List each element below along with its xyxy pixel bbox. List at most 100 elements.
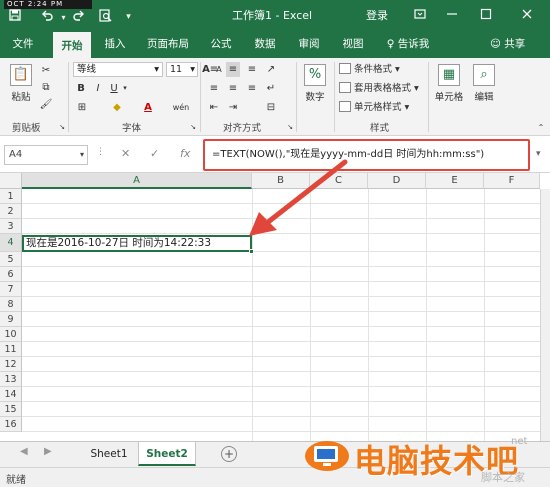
sheet-tab-sheet2[interactable]: Sheet2 [138,442,196,466]
row-header-10[interactable]: 10 [0,327,22,342]
tab-page-layout[interactable]: 页面布局 [142,30,194,58]
cells-button[interactable]: ▦ 单元格 [432,64,466,103]
align-left-icon[interactable]: ≡ [207,81,221,96]
chevron-down-icon: ▾ [79,150,84,159]
cancel-icon[interactable]: ✕ [121,147,130,160]
borders-icon[interactable]: ⊞ [75,100,89,115]
increase-indent-icon[interactable]: ⇥ [226,100,240,115]
row-header-3[interactable]: 3 [0,219,22,234]
row-header-6[interactable]: 6 [0,267,22,282]
prev-sheet-icon[interactable]: ◀ [20,446,28,457]
align-right-icon[interactable]: ≡ [245,81,259,96]
expand-formula-icon[interactable]: ▾ [536,149,541,159]
save-icon[interactable] [6,9,23,26]
next-sheet-icon[interactable]: ▶ [44,446,52,457]
login-link[interactable]: 登录 [366,9,388,23]
undo-icon[interactable] [38,9,55,26]
paste-button[interactable]: 📋 粘贴 [6,64,36,103]
grid-line [22,296,540,297]
row-header-16[interactable]: 16 [0,417,22,432]
column-header-e[interactable]: E [426,173,484,189]
row-header-9[interactable]: 9 [0,312,22,327]
copy-icon[interactable]: ⧉ [38,80,54,95]
number-format-button[interactable]: % 数字 [301,64,329,103]
clipboard-launcher-icon[interactable]: ↘ [58,120,66,135]
window-title: 工作簿1 - Excel [232,9,313,22]
editing-button[interactable]: ⌕ 编辑 [470,64,498,103]
font-size-select[interactable]: 11 ▾ [166,62,198,77]
row-header-5[interactable]: 5 [0,252,22,267]
column-header-f[interactable]: F [484,173,540,189]
row-header-4[interactable]: 4 [0,234,22,252]
row-header-1[interactable]: 1 [0,189,22,204]
vertical-scrollbar[interactable] [540,189,550,441]
font-name-select[interactable]: 等线 ▾ [73,62,163,77]
font-color-button[interactable]: A [141,100,155,115]
font-launcher-icon[interactable]: ↘ [189,120,197,135]
align-center-icon[interactable]: ≡ [226,81,240,96]
add-sheet-icon[interactable]: + [221,446,237,462]
merge-cells-icon[interactable]: ⊟ [264,100,278,115]
align-bottom-icon[interactable]: ≡ [245,62,259,77]
column-header-d[interactable]: D [368,173,426,189]
underline-dropdown-icon[interactable]: ▾ [121,81,129,96]
tell-me-label: 告诉我 [397,38,430,50]
conditional-formatting-button[interactable]: 条件格式 ▾ [339,62,400,77]
ribbon-display-options-icon[interactable] [408,7,432,25]
chevron-down-icon: ▾ [190,64,195,75]
align-middle-icon[interactable]: ≡ [226,62,240,77]
worksheet-grid[interactable]: A B C D E F 1 2 3 4 5 6 7 8 9 10 11 12 1… [0,173,550,441]
select-all-corner[interactable] [0,173,22,189]
row-header-11[interactable]: 11 [0,342,22,357]
phonetic-guide-button[interactable]: wén [172,100,190,115]
tab-home[interactable]: 开始 [53,30,91,58]
row-header-15[interactable]: 15 [0,402,22,417]
tab-file[interactable]: 文件 [6,30,40,58]
cut-icon[interactable]: ✂ [38,63,54,78]
minimize-icon[interactable] [440,7,464,25]
format-as-table-button[interactable]: 套用表格格式 ▾ [339,81,419,96]
tab-formulas[interactable]: 公式 [204,30,238,58]
tab-insert[interactable]: 插入 [98,30,132,58]
clipboard-icon: 📋 [10,64,32,86]
monitor-logo-icon [305,441,349,471]
wrap-text-icon[interactable]: ↵ [264,81,278,96]
italic-button[interactable]: I [92,81,104,96]
tell-me-search[interactable]: ♀ 告诉我 [382,30,434,58]
fill-handle[interactable] [249,249,254,254]
row-header-8[interactable]: 8 [0,297,22,312]
sheet-tab-sheet1[interactable]: Sheet1 [84,442,134,466]
bold-button[interactable]: B [75,81,87,96]
close-icon[interactable] [515,7,539,25]
column-header-c[interactable]: C [310,173,368,189]
row-header-7[interactable]: 7 [0,282,22,297]
underline-button[interactable]: U [108,81,120,96]
active-cell-a4[interactable]: 现在是2016-10-27日 时间为14:22:33 [22,235,254,254]
tab-review[interactable]: 审阅 [292,30,326,58]
print-preview-icon[interactable] [97,9,114,26]
column-header-b[interactable]: B [252,173,310,189]
enter-icon[interactable]: ✓ [150,147,159,160]
row-header-13[interactable]: 13 [0,372,22,387]
cell-styles-button[interactable]: 单元格样式 ▾ [339,100,409,115]
align-top-icon[interactable]: ≡ [207,62,221,77]
tab-data[interactable]: 数据 [248,30,282,58]
orientation-icon[interactable]: ↗ [264,62,278,77]
row-header-14[interactable]: 14 [0,387,22,402]
format-painter-icon[interactable]: 🖌 [38,97,54,112]
row-header-12[interactable]: 12 [0,357,22,372]
name-box[interactable]: A4 ▾ [4,145,88,165]
fill-color-icon[interactable]: ◆ [110,100,124,115]
collapse-ribbon-icon[interactable]: ⌃ [536,120,546,135]
restore-icon[interactable] [474,7,498,25]
alignment-launcher-icon[interactable]: ↘ [286,120,294,135]
tab-view[interactable]: 视图 [336,30,370,58]
insert-function-icon[interactable]: fx [180,147,190,160]
column-header-a[interactable]: A [22,173,252,189]
share-button[interactable]: ☺ 共享 [490,35,525,53]
formula-input[interactable]: =TEXT(NOW(),"现在是yyyy-mm-dd日 时间为hh:mm:ss"… [203,139,530,171]
customize-quick-access-icon[interactable]: ▾ [120,9,137,26]
decrease-indent-icon[interactable]: ⇤ [207,100,221,115]
redo-icon[interactable] [70,9,87,26]
row-header-2[interactable]: 2 [0,204,22,219]
